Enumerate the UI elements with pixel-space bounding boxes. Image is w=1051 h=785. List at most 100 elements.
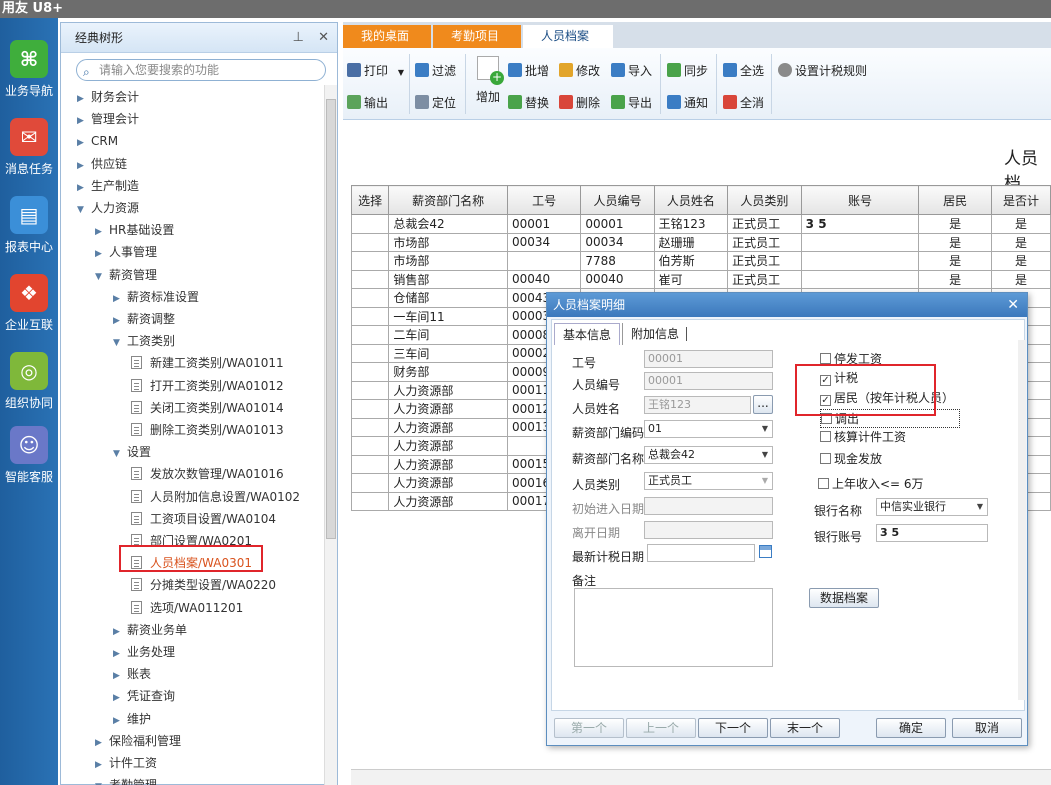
table-row[interactable]: 销售部 00040 00040 崔可 正式员工是是	[350, 269, 1051, 289]
tree-item[interactable]: ▼考勤管理	[95, 775, 157, 785]
tree-item[interactable]: 工资项目设置/WA0104	[131, 509, 276, 529]
tree-item[interactable]: ▶ 管理会计	[77, 109, 139, 129]
tree-item[interactable]: ▼ 设置	[113, 442, 151, 462]
tab-extra-info[interactable]: 附加信息	[622, 323, 687, 345]
prev-button[interactable]: 上一个	[626, 718, 696, 738]
tree-item[interactable]: ▶ HR基础设置	[95, 220, 174, 240]
tree-item[interactable]: ▶ 薪资业务单	[113, 620, 187, 640]
modify-button[interactable]: 修改	[559, 60, 600, 82]
tab-1[interactable]: 考勤项目	[433, 25, 521, 48]
ok-button[interactable]: 确定	[876, 718, 946, 738]
nav-item-5[interactable]: ☺ 智能客服	[0, 426, 58, 485]
locate-button[interactable]: 定位	[415, 92, 456, 114]
nav-item-4[interactable]: ◎ 组织协同	[0, 352, 58, 411]
remark-textarea[interactable]	[574, 588, 773, 667]
bank-account-field[interactable]: 3 5	[876, 524, 988, 542]
browse-button[interactable]: ...	[753, 395, 773, 414]
column-header[interactable]: 选择	[350, 185, 390, 215]
close-icon[interactable]: ✕	[1007, 293, 1019, 317]
notify-button[interactable]: 通知	[667, 92, 708, 114]
column-header[interactable]: 工号	[507, 185, 582, 215]
tree-item[interactable]: ▶ 计件工资	[95, 753, 157, 773]
sync-button[interactable]: 同步	[667, 60, 708, 82]
nav-item-0[interactable]: ⌘ 业务导航	[0, 40, 58, 99]
tree-item[interactable]: ▶ 供应链	[77, 154, 127, 174]
tree-item[interactable]: 分摊类型设置/WA0220	[131, 575, 276, 595]
tree-item[interactable]: ▶ 业务处理	[113, 642, 175, 662]
tree-item[interactable]: ▶ 保险福利管理	[95, 731, 181, 751]
calendar-icon[interactable]	[759, 545, 772, 558]
add-button[interactable]: + 增加	[473, 56, 504, 106]
column-header[interactable]: 居民	[918, 185, 992, 215]
tree-item[interactable]: ▶ 薪资标准设置	[113, 287, 199, 307]
person-name-field[interactable]: 王铭123	[644, 396, 751, 414]
replace-button[interactable]: 替换	[508, 92, 549, 114]
tab-0[interactable]: 我的桌面	[343, 25, 431, 48]
tree-item[interactable]: 打开工资类别/WA01012	[131, 376, 284, 396]
scroll-thumb[interactable]	[326, 99, 336, 539]
table-row[interactable]: 市场部 7788 伯芳斯 正式员工 是是	[350, 251, 1051, 271]
tree-item[interactable]: ▼ 人力资源	[77, 198, 139, 218]
nav-item-1[interactable]: ✉ 消息任务	[0, 118, 58, 177]
last-tax-date-field[interactable]	[647, 544, 755, 562]
tree-item[interactable]: ▶ 人事管理	[95, 242, 157, 262]
tree-item[interactable]: 删除工资类别/WA01013	[131, 420, 284, 440]
delete-button[interactable]: 删除	[559, 92, 600, 114]
column-header[interactable]: 人员类别	[727, 185, 802, 215]
tree-scrollbar[interactable]	[324, 85, 337, 785]
chk-cash[interactable]: 现金发放	[820, 450, 882, 467]
next-button[interactable]: 下一个	[698, 718, 768, 738]
cancel-button[interactable]: 取消	[952, 718, 1022, 738]
deselect-all-button[interactable]: 全消	[723, 92, 764, 114]
first-button[interactable]: 第一个	[554, 718, 624, 738]
tree-item[interactable]: ▶ 凭证查询	[113, 686, 175, 706]
tree-item[interactable]: ▶ 财务会计	[77, 87, 139, 107]
dept-code-field[interactable]: 01 ▼	[644, 420, 773, 438]
column-header[interactable]: 人员姓名	[653, 185, 729, 215]
last-button[interactable]: 末一个	[770, 718, 840, 738]
pin-icon[interactable]: ⊥	[293, 30, 304, 45]
tree-item[interactable]: 选项/WA011201	[131, 598, 243, 618]
horizontal-scrollbar[interactable]	[351, 769, 1051, 785]
select-all-button[interactable]: 全选	[723, 60, 764, 82]
filter-button[interactable]: 过滤	[415, 60, 456, 82]
export-button[interactable]: 输出	[347, 92, 388, 114]
batch-add-button[interactable]: 批增	[508, 60, 549, 82]
tree-item[interactable]: ▶ 薪资调整	[113, 309, 175, 329]
tree-item[interactable]: ▼ 工资类别	[113, 331, 175, 351]
tree-item[interactable]: ▶ 维护	[113, 709, 151, 729]
tree-item[interactable]: ▶ CRM	[77, 131, 118, 151]
dialog-scrollbar[interactable]	[1018, 340, 1026, 700]
data-archive-button[interactable]: 数据档案	[809, 588, 879, 608]
emp-no-field[interactable]: 00001	[644, 350, 773, 368]
tab-2[interactable]: 人员档案✕	[523, 25, 613, 66]
tree-item[interactable]: ▶ 生产制造	[77, 176, 139, 196]
search-input[interactable]: ⌕ 请输入您要搜索的功能	[76, 59, 326, 81]
column-header[interactable]: 薪资部门名称	[388, 185, 509, 215]
tree-item[interactable]: ▶ 账表	[113, 664, 151, 684]
tab-basic-info[interactable]: 基本信息	[554, 323, 621, 345]
category-field[interactable]: 正式员工 ▼	[644, 472, 773, 490]
tax-rule-button[interactable]: 设置计税规则	[778, 60, 867, 82]
close-icon[interactable]: ✕	[318, 30, 329, 45]
dept-name-field[interactable]: 总裁会42 ▼	[644, 446, 773, 464]
tree-item[interactable]: 关闭工资类别/WA01014	[131, 398, 284, 418]
import-button[interactable]: 导入	[611, 60, 652, 82]
tree-item[interactable]: 新建工资类别/WA01011	[131, 353, 284, 373]
chk-piecework[interactable]: 核算计件工资	[820, 428, 906, 445]
table-row[interactable]: 总裁会42 00001 00001 王铭123 正式员工 3 5是是	[350, 214, 1051, 234]
export2-button[interactable]: 导出	[611, 92, 652, 114]
chk-income[interactable]: 上年收入<= 6万	[818, 475, 924, 492]
tree-item[interactable]: 发放次数管理/WA01016	[131, 464, 284, 484]
tree-item[interactable]: ▼ 薪资管理	[95, 265, 157, 285]
print-button[interactable]: 打印 ▼	[347, 60, 404, 82]
start-date-field[interactable]	[644, 497, 773, 515]
table-row[interactable]: 市场部 00034 00034 赵珊珊 正式员工是是	[350, 232, 1051, 252]
tree-item[interactable]: 人员附加信息设置/WA0102	[131, 487, 300, 507]
person-code-field[interactable]: 00001	[644, 372, 773, 390]
nav-item-2[interactable]: ▤ 报表中心	[0, 196, 58, 255]
nav-item-3[interactable]: ❖ 企业互联	[0, 274, 58, 333]
bank-name-field[interactable]: 中信实业银行 ▼	[876, 498, 988, 516]
column-header[interactable]: 是否计	[990, 185, 1051, 215]
leave-date-field[interactable]	[644, 521, 773, 539]
